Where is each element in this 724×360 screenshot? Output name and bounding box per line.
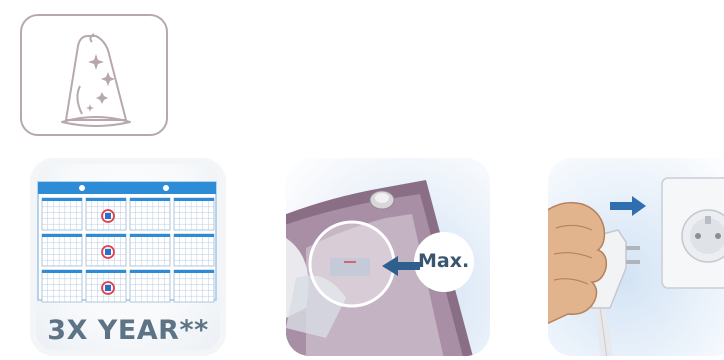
- calendar-month-header: [42, 198, 82, 201]
- calendar-month: [173, 233, 215, 267]
- calendar-month-header: [86, 270, 126, 273]
- calendar-month-header: [42, 234, 82, 237]
- unplug-icon: [548, 177, 724, 356]
- calendar-month-header: [86, 234, 126, 237]
- calendar-month: [129, 197, 171, 231]
- calendar-month: [173, 197, 215, 231]
- calendar-mark-day: [105, 213, 111, 219]
- frequency-caption: 3X YEAR**: [47, 315, 209, 346]
- calendar-month: [41, 233, 83, 267]
- calendar-month-header: [130, 234, 170, 237]
- calendar-tile: 3X YEAR**: [30, 158, 226, 356]
- unplug-tile: [548, 158, 724, 356]
- calendar-mark-day: [105, 285, 111, 291]
- calendar-month-header: [130, 198, 170, 201]
- iron-sparkle-icon: [20, 14, 168, 136]
- calendar-month-header: [174, 270, 214, 273]
- max-fill-label: Max.: [418, 250, 470, 272]
- calendar-month: [173, 269, 215, 303]
- calendar-mark-day: [105, 249, 111, 255]
- calendar-month-header: [86, 198, 126, 201]
- calendar-month-header: [130, 270, 170, 273]
- calendar-month-header: [42, 270, 82, 273]
- calendar-month-header: [174, 234, 214, 237]
- calendar-month-header: [174, 198, 214, 201]
- calendar-month: [129, 269, 171, 303]
- calendar-month: [41, 269, 83, 303]
- iron-fill-tile: Max.: [286, 158, 490, 356]
- calendar-month: [41, 197, 83, 231]
- calendar-month: [129, 233, 171, 267]
